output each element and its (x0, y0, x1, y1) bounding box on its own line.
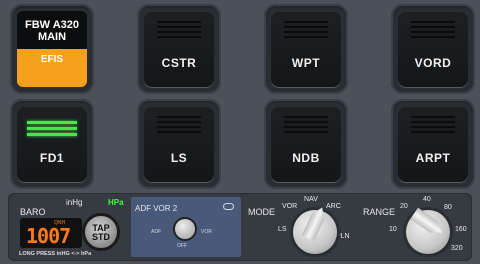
range-80: 80 (444, 204, 452, 211)
adf-vor2-label: ADF VOR 2 (135, 204, 178, 213)
vord-button-label: VORD (414, 56, 452, 70)
cstr-button-well: CSTR (137, 4, 221, 94)
arpt-button-well: ARPT (391, 99, 475, 189)
baro-display: QNH 1007 (20, 218, 82, 248)
std-label: STD (92, 232, 110, 242)
wpt-button-well: WPT (264, 4, 348, 94)
vord-button-well: VORD (391, 4, 475, 94)
button-grille (157, 116, 201, 136)
button-grille (284, 116, 328, 136)
fd1-button[interactable]: FD1 (17, 106, 87, 182)
mode-knob[interactable] (293, 210, 337, 254)
ndb-button-label: NDB (292, 151, 320, 165)
link-icon (223, 203, 234, 210)
ls-button-well: LS (137, 99, 221, 189)
efis-title: FBW A320 MAIN (17, 11, 87, 49)
fd1-button-label: FD1 (39, 151, 65, 165)
ndb-button-well: NDB (264, 99, 348, 189)
adf-vor-selector[interactable] (175, 219, 195, 239)
range-160: 160 (455, 226, 467, 233)
range-label: RANGE (363, 207, 396, 217)
wpt-button[interactable]: WPT (271, 11, 341, 87)
range-320: 320 (451, 245, 463, 252)
mode-pln: PLN (336, 233, 350, 240)
vor-label: VOR (201, 229, 212, 235)
mode-label: MODE (248, 207, 275, 217)
off-label: OFF (177, 243, 187, 249)
arpt-button-label: ARPT (415, 151, 451, 165)
mode-arc: ARC (326, 203, 341, 210)
inhg-label: inHg (66, 198, 83, 207)
efis-button-well: FBW A320 MAIN EFIS (10, 4, 94, 94)
tap-std-knob[interactable]: TAP STD (82, 213, 120, 251)
arpt-button[interactable]: ARPT (398, 106, 468, 182)
cstr-button[interactable]: CSTR (144, 11, 214, 87)
range-knob-pointer (410, 208, 446, 239)
vord-button[interactable]: VORD (398, 11, 468, 87)
wpt-button-label: WPT (291, 56, 321, 70)
mode-vor: VOR (282, 203, 298, 210)
mode-nav: NAV (304, 196, 318, 203)
cstr-button-label: CSTR (161, 56, 197, 70)
button-grille (284, 21, 328, 41)
ndb-button[interactable]: NDB (271, 106, 341, 182)
ls-button-label: LS (170, 151, 188, 165)
efis-control-panel: BARO inHg HPa QNH 1007 TAP STD LONG PRES… (8, 193, 472, 261)
hpa-label: HPa (108, 198, 124, 207)
efis-title-line2: MAIN (37, 31, 67, 43)
button-grille (411, 21, 455, 41)
adf-vor2-section: ADF VOR 2 ADF VOR OFF (131, 197, 241, 257)
baro-value: 1007 (26, 224, 71, 248)
range-20: 20 (400, 203, 408, 210)
baro-footer: LONG PRESS inHG <-> hPa (19, 251, 92, 257)
mode-ls: LS (278, 226, 287, 233)
button-grille (411, 116, 455, 136)
mode-knob-pointer (301, 205, 328, 242)
efis-button-label: EFIS (40, 54, 64, 65)
button-grille (157, 21, 201, 41)
range-knob[interactable] (406, 210, 450, 254)
fd1-button-well: FD1 (10, 99, 94, 189)
range-10: 10 (389, 226, 397, 233)
fd1-lit-indicator (27, 121, 77, 139)
ls-button[interactable]: LS (144, 106, 214, 182)
efis-button[interactable]: EFIS (17, 49, 87, 87)
adf-label: ADF (151, 229, 161, 235)
baro-label: BARO (20, 207, 46, 217)
range-40: 40 (423, 196, 431, 203)
efis-title-line1: FBW A320 (25, 19, 79, 31)
